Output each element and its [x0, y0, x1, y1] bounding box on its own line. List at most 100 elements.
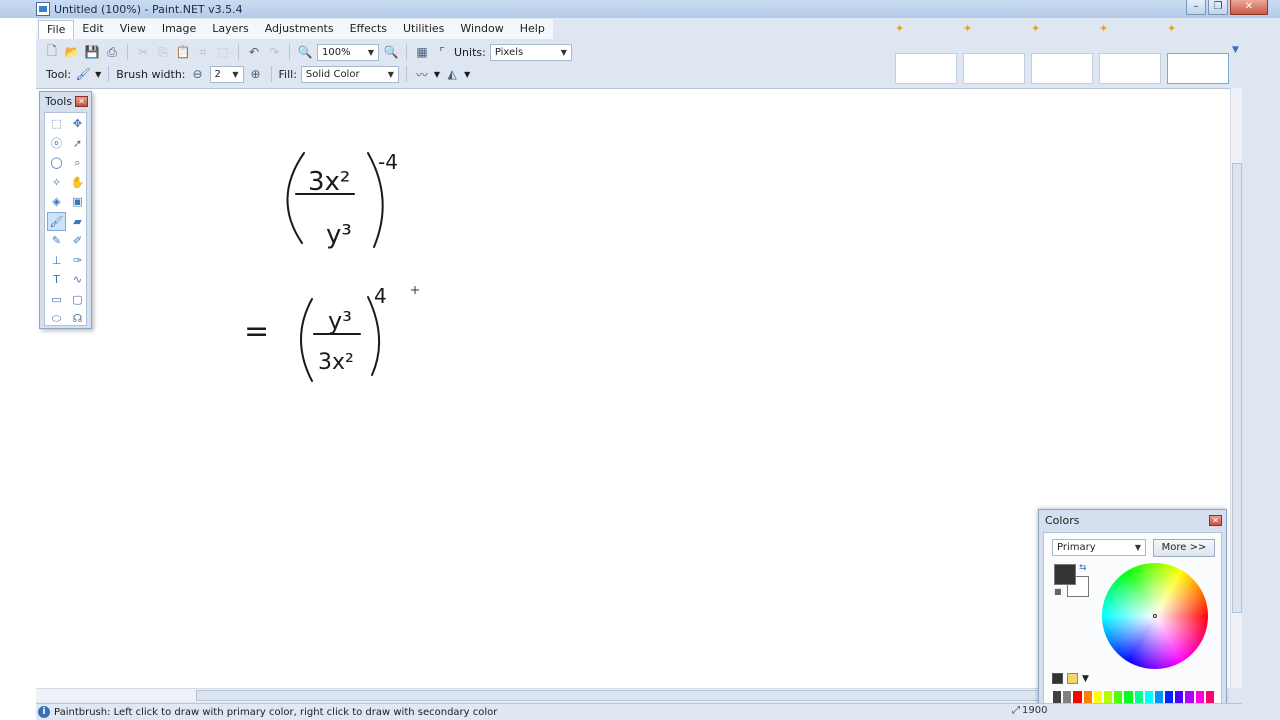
zoom-tool-icon[interactable]: ⌕ — [68, 153, 87, 173]
units-combo[interactable]: Pixels ▼ — [489, 43, 572, 61]
menu-image[interactable]: Image — [154, 19, 204, 39]
magic-wand-tool-icon[interactable]: ✧ — [47, 173, 66, 193]
image-size-icon: ⤢ — [1012, 705, 1020, 716]
paintbrush-icon[interactable]: 🖌 — [75, 66, 91, 82]
line-curve-tool-icon[interactable]: ∿ — [68, 270, 87, 290]
move-selected-tool-icon[interactable]: ➚ — [68, 134, 87, 154]
image-thumbnail[interactable] — [1031, 53, 1093, 84]
cut-icon[interactable]: ✂ — [135, 44, 151, 60]
increase-width-icon[interactable]: ⊕ — [248, 66, 264, 82]
chevron-down-icon[interactable]: ▼ — [464, 70, 470, 79]
ellipse-tool-icon[interactable]: ⬭ — [47, 309, 66, 329]
menu-adjustments[interactable]: Adjustments — [257, 19, 342, 39]
brush-width-combo[interactable]: 2 ▼ — [209, 65, 244, 83]
copy-icon[interactable]: ⎘ — [155, 44, 171, 60]
vertical-scrollbar-thumb[interactable] — [1232, 163, 1242, 613]
image-size-value: 1900 — [1022, 705, 1048, 716]
gradient-tool-icon[interactable]: ▣ — [68, 192, 87, 212]
menu-edit[interactable]: Edit — [74, 19, 111, 39]
menu-view[interactable]: View — [112, 19, 154, 39]
color-picker-tool-icon[interactable]: ✐ — [68, 231, 87, 251]
zoom-in-icon[interactable]: 🔍 — [383, 44, 399, 60]
crop-icon[interactable]: ⌗ — [195, 44, 211, 60]
more-colors-button[interactable]: More >> — [1153, 539, 1215, 557]
colors-close-button[interactable]: ✕ — [1209, 514, 1222, 526]
rectangle-select-tool-icon[interactable]: ⬚ — [47, 114, 66, 134]
menu-bar: File Edit View Image Layers Adjustments … — [36, 19, 553, 39]
color-wheel-selector[interactable] — [1153, 614, 1157, 618]
redo-icon[interactable]: ↷ — [266, 44, 282, 60]
paintnet-window: Untitled (100%) - Paint.NET v3.5.4 – ❐ ✕… — [0, 0, 1280, 720]
tools-close-button[interactable]: ✕ — [75, 95, 88, 107]
menu-effects[interactable]: Effects — [342, 19, 395, 39]
new-image-icon[interactable]: 🗋 — [44, 44, 60, 60]
chevron-down-icon: ▼ — [232, 69, 239, 79]
pencil-tool-icon[interactable]: ✎ — [47, 231, 66, 251]
chevron-down-icon[interactable]: ▼ — [1082, 674, 1089, 684]
menu-utilities[interactable]: Utilities — [395, 19, 452, 39]
colors-window-header[interactable]: Colors ✕ — [1039, 510, 1226, 530]
pan-tool-icon[interactable]: ✋ — [68, 173, 87, 193]
tool-label: Tool: — [46, 67, 72, 81]
zoom-out-icon[interactable]: 🔍 — [297, 44, 313, 60]
decrease-width-icon[interactable]: ⊖ — [190, 66, 206, 82]
menu-layers[interactable]: Layers — [204, 19, 256, 39]
open-folder-icon[interactable]: 📂 — [64, 44, 80, 60]
thumbnail-unsaved-markers: ✦ ✦ ✦ ✦ ✦ — [895, 22, 1187, 35]
tool-options-toolbar: Tool: 🖌 ▼ Brush width: ⊖ 2 ▼ ⊕ Fill: Sol… — [36, 63, 891, 85]
image-thumbnail[interactable] — [895, 53, 957, 84]
move-selection-tool-icon[interactable]: ✥ — [68, 114, 87, 134]
image-thumbnail-selected[interactable] — [1167, 53, 1229, 84]
antialiasing-icon[interactable]: 〰 — [414, 66, 430, 82]
rulers-icon[interactable]: ⌜ — [434, 44, 450, 60]
unsaved-star-icon: ✦ — [1031, 22, 1041, 35]
menu-help[interactable]: Help — [512, 19, 553, 39]
paintbrush-tool-icon[interactable]: 🖌 — [47, 211, 66, 231]
eraser-tool-icon[interactable]: ▰ — [68, 212, 87, 232]
vertical-scrollbar[interactable] — [1230, 88, 1242, 688]
chevron-down-icon[interactable]: ▼ — [434, 70, 440, 79]
tools-window-header[interactable]: Tools ✕ — [40, 92, 91, 110]
swap-colors-icon[interactable]: ⇆ — [1079, 563, 1087, 573]
image-thumbnail[interactable] — [1099, 53, 1161, 84]
reset-colors-icon[interactable]: ■ — [1054, 587, 1062, 596]
fill-combo[interactable]: Solid Color ▼ — [300, 65, 399, 83]
undo-icon[interactable]: ↶ — [246, 44, 262, 60]
clone-stamp-tool-icon[interactable]: ⊥ — [47, 251, 66, 271]
recolor-tool-icon[interactable]: ✑ — [68, 251, 87, 271]
menu-file[interactable]: File — [38, 19, 75, 39]
thumbnail-scroll-down-icon[interactable]: ▼ — [1232, 45, 1242, 57]
toolbar-separator — [406, 44, 407, 60]
chevron-down-icon[interactable]: ▼ — [95, 70, 101, 79]
print-icon[interactable]: ⎙ — [104, 44, 120, 60]
units-value: Pixels — [494, 46, 524, 58]
close-button[interactable]: ✕ — [1230, 0, 1268, 15]
horizontal-scrollbar[interactable] — [36, 688, 1066, 702]
paint-bucket-tool-icon[interactable]: ◈ — [47, 192, 66, 212]
alpha-blending-icon[interactable]: ◭ — [444, 66, 460, 82]
text-tool-icon[interactable]: T — [47, 270, 66, 290]
rounded-rectangle-tool-icon[interactable]: ▢ — [68, 290, 87, 310]
minimize-button[interactable]: – — [1186, 0, 1206, 15]
color-mode-combo[interactable]: Primary ▼ — [1052, 539, 1146, 556]
menu-window[interactable]: Window — [452, 19, 511, 39]
deselect-icon[interactable]: ⬚ — [215, 44, 231, 60]
maximize-button[interactable]: ❐ — [1208, 0, 1228, 15]
paintnet-app-icon[interactable] — [36, 2, 50, 16]
paste-icon[interactable]: 📋 — [175, 44, 191, 60]
window-controls: – ❐ ✕ — [1186, 0, 1268, 15]
horizontal-scrollbar-thumb[interactable] — [196, 690, 1066, 701]
rectangle-tool-icon[interactable]: ▭ — [47, 290, 66, 310]
zoom-combo[interactable]: 100% ▼ — [317, 43, 379, 61]
status-bar: i Paintbrush: Left click to draw with pr… — [36, 703, 1242, 720]
image-thumbnail[interactable] — [963, 53, 1025, 84]
ellipse-select-tool-icon[interactable]: ◯ — [47, 153, 66, 173]
palette-color-icon[interactable] — [1052, 673, 1063, 684]
primary-color-swatch[interactable] — [1054, 564, 1076, 585]
palette-menu-icon[interactable] — [1067, 673, 1078, 684]
image-size-readout: ⤢ 1900 — [1012, 705, 1047, 716]
grid-icon[interactable]: ▦ — [414, 44, 430, 60]
lasso-select-tool-icon[interactable]: ⓞ — [47, 134, 66, 154]
freeform-shape-tool-icon[interactable]: ☊ — [68, 309, 87, 329]
save-icon[interactable]: 💾 — [84, 44, 100, 60]
